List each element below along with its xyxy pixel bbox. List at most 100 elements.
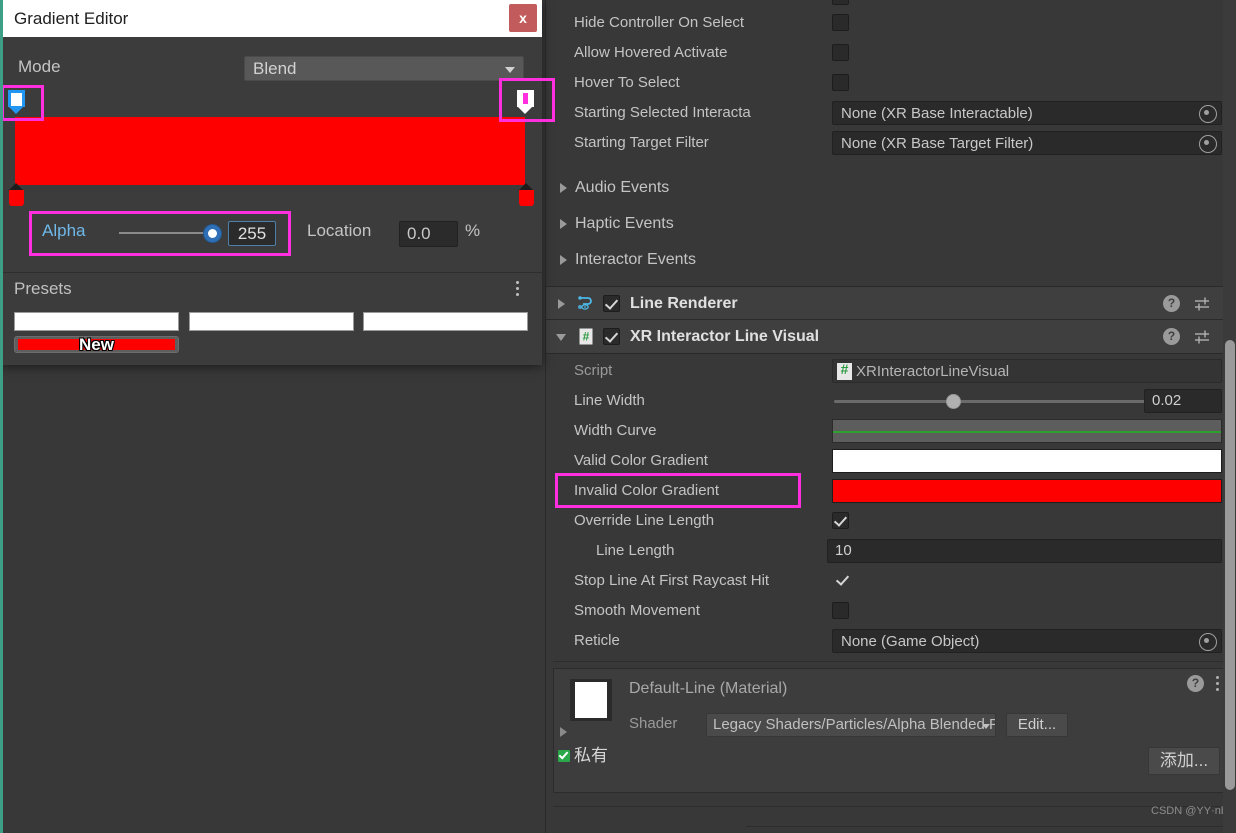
hover-to-select-checkbox[interactable] — [832, 74, 849, 91]
svg-text:#: # — [583, 330, 590, 344]
allow-hovered-activate-checkbox[interactable] — [832, 44, 849, 61]
hide-controller-on-select-checkbox[interactable] — [832, 14, 849, 31]
property-row-valid-color-gradient: Valid Color Gradient — [546, 446, 1236, 476]
starting-selected-interactable-field[interactable]: None (XR Base Interactable) — [832, 101, 1222, 125]
property-row-line-width: Line Width 0.02 — [546, 386, 1236, 416]
marker-body — [519, 190, 534, 206]
valid-color-gradient-field[interactable] — [832, 449, 1222, 473]
gradient-editor-titlebar: Gradient Editor x — [0, 0, 542, 38]
object-picker-icon[interactable] — [1199, 135, 1217, 153]
gradient-editor-title: Gradient Editor — [14, 9, 129, 28]
new-preset-button[interactable]: New — [14, 335, 179, 354]
line-width-value-field[interactable]: 0.02 — [1144, 389, 1222, 413]
preset-swatch[interactable] — [189, 312, 354, 331]
preset-swatch[interactable] — [14, 312, 179, 331]
chevron-right-icon[interactable] — [558, 299, 565, 309]
unity-editor-screen: Hide Controller On Select Allow Hovered … — [0, 0, 1236, 833]
property-label: Override Line Length — [574, 512, 715, 529]
foldout-label: Audio Events — [575, 179, 670, 196]
reticle-field[interactable]: None (Game Object) — [832, 629, 1222, 653]
help-icon[interactable]: ? — [1163, 295, 1180, 312]
property-label: Width Curve — [574, 422, 657, 439]
component-header-icons: ? — [1163, 320, 1229, 353]
property-row-smooth-movement: Smooth Movement — [546, 596, 1236, 626]
private-material-checkbox[interactable] — [558, 750, 570, 762]
foldout-label: Interactor Events — [575, 251, 696, 268]
stop-line-at-first-raycast-hit-checkbox[interactable] — [835, 572, 852, 589]
object-picker-icon[interactable] — [1199, 105, 1217, 123]
component-header-line-renderer[interactable]: Line Renderer ? — [546, 286, 1236, 321]
chevron-right-icon — [560, 219, 567, 229]
more-options-icon[interactable] — [1216, 675, 1220, 692]
line-renderer-icon — [576, 293, 596, 313]
property-label: Script — [574, 362, 613, 379]
component-header-xr-interactor-line-visual[interactable]: # XR Interactor Line Visual ? — [546, 319, 1236, 354]
property-row-hover-to-select: Hover To Select — [546, 68, 1236, 98]
script-file-icon — [837, 361, 852, 380]
foldout-audio-events[interactable]: Audio Events — [546, 170, 1236, 206]
shader-label: Shader — [629, 715, 678, 732]
line-length-value-field[interactable]: 10 — [827, 539, 1222, 563]
color-marker-right[interactable] — [518, 183, 535, 207]
shader-dropdown-value: Legacy Shaders/Particles/Alpha Blended P… — [713, 716, 995, 733]
foldout-haptic-events[interactable]: Haptic Events — [546, 206, 1236, 242]
override-line-length-checkbox[interactable] — [832, 512, 849, 529]
color-marker-left[interactable] — [8, 183, 25, 207]
line-width-slider-knob[interactable] — [946, 394, 961, 409]
curve-line — [833, 431, 1221, 433]
edit-shader-button[interactable]: Edit... — [1006, 713, 1068, 737]
object-field-value: None (XR Base Target Filter) — [841, 134, 1034, 152]
add-component-button[interactable]: 添加... — [1148, 747, 1220, 775]
property-row-hide-controller-on-select: Hide Controller On Select — [546, 8, 1236, 38]
marker-stripe — [523, 93, 528, 104]
line-width-slider-track[interactable] — [834, 400, 1146, 403]
gradient-preview-bar[interactable] — [15, 117, 525, 185]
watermark: CSDN @YY·nb — [1151, 805, 1227, 817]
line-renderer-enabled-checkbox[interactable] — [603, 295, 620, 312]
panel-edge-accent — [0, 0, 3, 833]
presets-more-options-icon[interactable] — [516, 281, 520, 297]
scrollbar-thumb[interactable] — [1225, 340, 1235, 790]
property-label: Hover To Select — [574, 74, 680, 91]
property-label: Stop Line At First Raycast Hit — [574, 572, 770, 589]
shader-dropdown[interactable]: Legacy Shaders/Particles/Alpha Blended P… — [706, 713, 996, 737]
chevron-down-icon[interactable] — [556, 334, 566, 341]
help-icon[interactable]: ? — [1187, 675, 1204, 692]
foldout-label: Haptic Events — [575, 215, 674, 232]
inspector-scrollbar[interactable] — [1223, 0, 1236, 833]
starting-target-filter-field[interactable]: None (XR Base Target Filter) — [832, 131, 1222, 155]
material-header-icons: ? — [1187, 675, 1220, 692]
chevron-right-icon[interactable] — [560, 727, 567, 737]
clipped-checkbox[interactable] — [832, 0, 849, 5]
location-value-field[interactable]: 0.0 — [399, 221, 458, 247]
smooth-movement-checkbox[interactable] — [832, 602, 849, 619]
foldout-interactor-events[interactable]: Interactor Events — [546, 242, 1236, 278]
property-row-allow-hovered-activate: Allow Hovered Activate — [546, 38, 1236, 68]
object-picker-icon[interactable] — [1199, 633, 1217, 651]
property-row-invalid-color-gradient: Invalid Color Gradient — [546, 476, 1236, 506]
script-reference-field: XRInteractorLineVisual — [832, 359, 1222, 383]
property-row-override-line-length: Override Line Length — [546, 506, 1236, 536]
property-label: Starting Target Filter — [574, 134, 709, 151]
close-icon[interactable]: x — [509, 4, 537, 32]
alpha-value-field[interactable]: 255 — [228, 221, 276, 246]
property-row-reticle: Reticle None (Game Object) — [546, 626, 1236, 656]
preset-swatch[interactable] — [363, 312, 528, 331]
preset-settings-icon[interactable] — [1194, 329, 1211, 345]
xr-interactor-line-visual-enabled-checkbox[interactable] — [603, 328, 620, 345]
interactor-properties-list: Hide Controller On Select Allow Hovered … — [546, 8, 1236, 158]
invalid-color-gradient-field[interactable] — [832, 479, 1222, 503]
property-label: Starting Selected Interacta — [574, 104, 751, 121]
material-block: Default-Line (Material) Shader Legacy Sh… — [553, 668, 1229, 793]
property-label: Line Length — [596, 542, 675, 559]
alpha-marker-left-selected[interactable] — [8, 90, 25, 114]
property-row-line-length: Line Length 10 — [546, 536, 1236, 566]
alpha-marker-right[interactable] — [517, 90, 534, 114]
preset-settings-icon[interactable] — [1194, 296, 1211, 312]
mode-dropdown[interactable]: Blend — [244, 56, 524, 81]
alpha-slider-knob[interactable] — [203, 224, 222, 243]
width-curve-field[interactable] — [832, 419, 1222, 443]
help-icon[interactable]: ? — [1163, 328, 1180, 345]
private-material-label: 私有 — [574, 746, 608, 765]
property-row-starting-selected-interactable: Starting Selected Interacta None (XR Bas… — [546, 98, 1236, 128]
